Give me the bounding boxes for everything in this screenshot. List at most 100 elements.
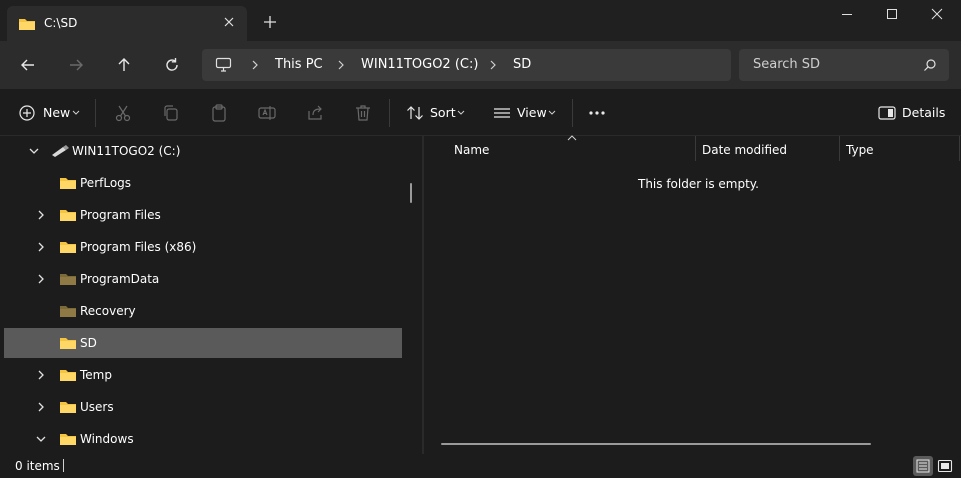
column-divider[interactable]	[839, 136, 840, 161]
close-window-icon[interactable]	[929, 6, 945, 22]
chevron-down-icon[interactable]	[28, 145, 40, 157]
tree-label: ProgramData	[80, 272, 160, 286]
tree-label: Windows	[80, 432, 134, 446]
breadcrumb-chevron-icon	[490, 60, 496, 70]
breadcrumb-sd[interactable]: SD	[513, 56, 531, 74]
cut-icon[interactable]	[113, 103, 133, 123]
minimize-icon[interactable]	[839, 6, 855, 22]
close-tab-icon[interactable]	[221, 14, 237, 30]
folder-icon	[60, 210, 76, 221]
refresh-icon[interactable]	[163, 56, 181, 74]
view-lines-icon[interactable]	[492, 103, 512, 123]
folder-icon	[60, 338, 76, 349]
details-pane-icon[interactable]	[877, 103, 897, 123]
tree-item-sd[interactable]: SD	[4, 328, 402, 358]
tab-active[interactable]: C:\SD	[7, 6, 247, 41]
tree-item-perflogs[interactable]: PerfLogs	[4, 168, 402, 198]
tree-label: Users	[80, 400, 114, 414]
more-options-icon[interactable]	[587, 103, 607, 123]
copy-icon[interactable]	[161, 103, 181, 123]
tree-item-program-files-x86[interactable]: Program Files (x86)	[4, 232, 402, 262]
tiles-view-button[interactable]	[935, 456, 955, 476]
tree-label: Program Files	[80, 208, 161, 222]
item-count: 0 items	[15, 459, 60, 473]
chevron-down-icon	[72, 110, 80, 115]
chevron-right-icon[interactable]	[35, 273, 47, 285]
forward-arrow-icon[interactable]	[67, 56, 85, 74]
details-view-button[interactable]	[913, 456, 933, 476]
address-bar[interactable]: This PC WIN11TOGO2 (C:) SD	[202, 49, 731, 81]
new-plus-icon[interactable]	[17, 103, 37, 123]
horizontal-scrollbar[interactable]	[441, 443, 871, 445]
tree-scrollbar[interactable]	[410, 183, 412, 203]
view-button[interactable]: View	[517, 105, 547, 121]
breadcrumb-chevron-icon	[338, 60, 344, 70]
chevron-right-icon[interactable]	[35, 241, 47, 253]
tree-item-programdata[interactable]: ProgramData	[4, 264, 402, 294]
tree-item-recovery[interactable]: Recovery	[4, 296, 402, 326]
chevron-down-icon	[548, 110, 556, 115]
folder-icon	[19, 19, 35, 30]
details-view-icon	[916, 459, 930, 473]
tree-label: Temp	[80, 368, 112, 382]
navigation-bar: This PC WIN11TOGO2 (C:) SD Search SD	[0, 41, 961, 89]
large-icons-view-icon	[937, 459, 953, 473]
navigation-pane[interactable]: WIN11TOGO2 (C:) PerfLogs Program Files P…	[0, 136, 422, 454]
search-input[interactable]: Search SD	[753, 56, 820, 74]
tab-title: C:\SD	[44, 16, 78, 30]
search-box[interactable]: Search SD	[739, 49, 949, 81]
column-divider[interactable]	[959, 136, 960, 161]
toolbar-divider	[572, 99, 573, 127]
command-bar: New Sort View Details	[0, 89, 961, 136]
column-header-date-modified[interactable]: Date modified	[702, 142, 787, 158]
folder-icon	[60, 178, 76, 189]
new-tab-icon[interactable]	[262, 14, 278, 30]
details-button[interactable]: Details	[902, 105, 945, 121]
usb-drive-icon	[52, 145, 69, 157]
column-header-name[interactable]: Name	[454, 142, 489, 158]
hidden-folder-icon	[60, 274, 76, 285]
tree-label: SD	[80, 336, 97, 350]
delete-icon[interactable]	[353, 103, 373, 123]
toolbar-divider	[389, 99, 390, 127]
back-arrow-icon[interactable]	[19, 56, 37, 74]
folder-icon	[60, 370, 76, 381]
column-header-type[interactable]: Type	[846, 142, 874, 158]
breadcrumb-drive[interactable]: WIN11TOGO2 (C:)	[361, 56, 478, 74]
toolbar-divider	[95, 99, 96, 127]
breadcrumb-chevron-icon	[252, 60, 258, 70]
sort-icon[interactable]	[405, 103, 425, 123]
sort-ascending-icon	[567, 135, 577, 141]
breadcrumb-this-pc[interactable]: This PC	[275, 56, 323, 74]
up-arrow-icon[interactable]	[115, 56, 133, 74]
tree-label: WIN11TOGO2 (C:)	[72, 144, 181, 158]
sort-button[interactable]: Sort	[430, 105, 456, 121]
tree-item-users[interactable]: Users	[4, 392, 402, 422]
tree-item-temp[interactable]: Temp	[4, 360, 402, 390]
chevron-right-icon[interactable]	[35, 209, 47, 221]
file-list[interactable]: Name Date modified Type This folder is e…	[424, 135, 961, 454]
share-icon[interactable]	[305, 103, 325, 123]
chevron-down-icon	[457, 110, 465, 115]
this-pc-icon	[215, 57, 232, 72]
hidden-folder-icon	[60, 306, 76, 317]
chevron-right-icon[interactable]	[35, 369, 47, 381]
tree-item-drive[interactable]: WIN11TOGO2 (C:)	[4, 136, 402, 166]
status-bar: 0 items	[0, 454, 961, 478]
folder-icon	[60, 242, 76, 253]
status-divider	[63, 459, 64, 472]
paste-icon[interactable]	[209, 103, 229, 123]
maximize-icon[interactable]	[884, 6, 900, 22]
rename-icon[interactable]	[257, 103, 277, 123]
tree-label: Recovery	[80, 304, 136, 318]
chevron-right-icon[interactable]	[35, 401, 47, 413]
new-button[interactable]: New	[43, 105, 70, 121]
search-icon	[924, 59, 936, 71]
tree-item-program-files[interactable]: Program Files	[4, 200, 402, 230]
column-divider[interactable]	[695, 136, 696, 161]
tree-item-windows[interactable]: Windows	[4, 424, 402, 454]
tree-label: PerfLogs	[80, 176, 132, 190]
chevron-down-icon[interactable]	[35, 433, 47, 445]
title-bar: C:\SD	[0, 0, 961, 41]
folder-icon	[60, 402, 76, 413]
